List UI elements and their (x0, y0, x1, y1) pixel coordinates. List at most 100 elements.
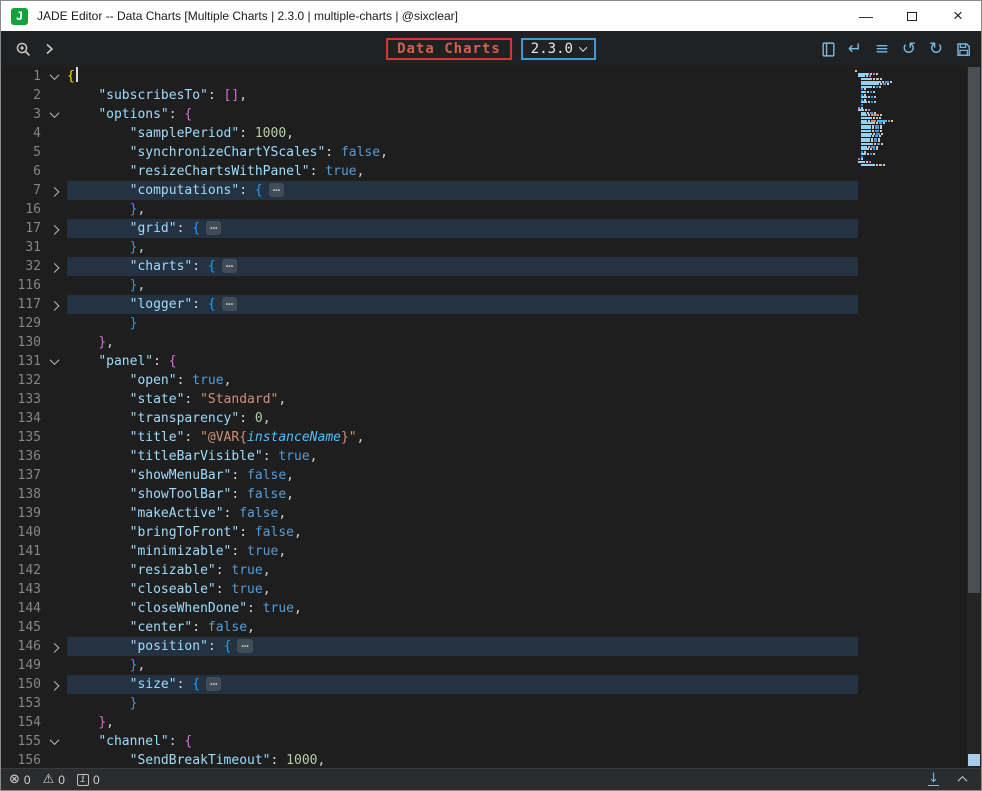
code-text: "size": {⋯ (67, 675, 858, 694)
redo-icon[interactable]: ↻ (927, 40, 945, 58)
line-number: 138 (1, 485, 41, 504)
code-line: 117 "logger": {⋯ (1, 295, 858, 314)
fold-gutter-empty (41, 618, 67, 637)
fold-gutter-empty (41, 485, 67, 504)
save-icon[interactable] (954, 40, 972, 58)
code-text: "synchronizeChartYScales": false, (67, 143, 858, 162)
code-text: "closeable": true, (67, 580, 858, 599)
line-number: 141 (1, 542, 41, 561)
fold-closed-toggle-icon[interactable] (41, 181, 67, 200)
code-text: "logger": {⋯ (67, 295, 858, 314)
scroll-to-bottom-icon[interactable]: ↓ (928, 773, 939, 786)
code-text: "minimizable": true, (67, 542, 858, 561)
fold-open-toggle-icon[interactable] (41, 352, 67, 371)
statusbar: ⊗ 0 ⚠ 0 i 0 ↓ (1, 768, 981, 790)
version-dropdown[interactable]: 2.3.0 (521, 38, 596, 60)
code-text: "grid": {⋯ (67, 219, 858, 238)
app-window: J JADE Editor -- Data Charts [Multiple C… (0, 0, 982, 791)
code-text: "subscribesTo": [], (67, 86, 858, 105)
fold-gutter-empty (41, 580, 67, 599)
line-number: 117 (1, 295, 41, 314)
line-number: 155 (1, 732, 41, 751)
fold-open-toggle-icon[interactable] (41, 732, 67, 751)
code-text: }, (67, 656, 858, 675)
code-text: "resizable": true, (67, 561, 858, 580)
fold-open-toggle-icon[interactable] (41, 67, 67, 86)
fold-gutter-empty (41, 466, 67, 485)
fold-gutter-empty (41, 447, 67, 466)
chevron-right-icon[interactable] (40, 40, 58, 58)
fold-open-toggle-icon[interactable] (41, 105, 67, 124)
fold-closed-toggle-icon[interactable] (41, 295, 67, 314)
code-line: 116 }, (1, 276, 858, 295)
statusbar-right-group: ↓ (928, 773, 973, 787)
data-charts-button[interactable]: Data Charts (386, 38, 512, 60)
fold-gutter-empty (41, 238, 67, 257)
fold-gutter-empty (41, 390, 67, 409)
line-number: 17 (1, 219, 41, 238)
line-number: 6 (1, 162, 41, 181)
code-line: 135 "title": "@VAR{instanceName}", (1, 428, 858, 447)
code-line: 17 "grid": {⋯ (1, 219, 858, 238)
line-number: 31 (1, 238, 41, 257)
app-logo-letter: J (16, 9, 23, 23)
fold-gutter-empty (41, 276, 67, 295)
align-lines-icon[interactable]: ≡ (873, 40, 891, 58)
toolbar-center-group: Data Charts 2.3.0 (386, 38, 596, 60)
line-number: 16 (1, 200, 41, 219)
code-text: "charts": {⋯ (67, 257, 858, 276)
chevron-up-glyph (957, 776, 967, 786)
close-button[interactable]: × (935, 1, 981, 31)
window-title: JADE Editor -- Data Charts [Multiple Cha… (37, 9, 458, 23)
return-icon[interactable]: ↵ (846, 40, 864, 58)
code-line: 3 "options": { (1, 105, 858, 124)
titlebar: J JADE Editor -- Data Charts [Multiple C… (1, 1, 981, 31)
warnings-indicator[interactable]: ⚠ 0 (43, 773, 65, 787)
line-number: 134 (1, 409, 41, 428)
maximize-button[interactable] (889, 1, 935, 31)
code-line: 1{ (1, 67, 858, 86)
code-line: 155 "channel": { (1, 732, 858, 751)
fold-gutter-empty (41, 656, 67, 675)
notebook-icon[interactable] (819, 40, 837, 58)
fold-gutter-empty (41, 599, 67, 618)
line-number: 139 (1, 504, 41, 523)
fold-closed-toggle-icon[interactable] (41, 219, 67, 238)
line-number: 131 (1, 352, 41, 371)
line-number: 137 (1, 466, 41, 485)
minimap-content (855, 70, 935, 166)
code-line: 153 } (1, 694, 858, 713)
line-number: 3 (1, 105, 41, 124)
fold-gutter-empty (41, 694, 67, 713)
vertical-scrollbar[interactable] (967, 67, 981, 768)
chevron-up-icon[interactable] (955, 773, 969, 787)
minimize-button[interactable]: — (843, 1, 889, 31)
code-editor[interactable]: 1{2 "subscribesTo": [],3 "options": {4 "… (1, 67, 981, 768)
minimap[interactable] (855, 70, 935, 166)
info-count: 0 (93, 773, 100, 787)
errors-indicator[interactable]: ⊗ 0 (9, 773, 31, 787)
undo-icon[interactable]: ↺ (900, 40, 918, 58)
chevron-down-icon (579, 43, 587, 51)
code-line: 141 "minimizable": true, (1, 542, 858, 561)
zoom-icon[interactable] (14, 40, 32, 58)
code-text: "position": {⋯ (67, 637, 858, 656)
fold-gutter-empty (41, 314, 67, 333)
fold-gutter-empty (41, 143, 67, 162)
scrollbar-thumb[interactable] (968, 67, 980, 593)
fold-closed-toggle-icon[interactable] (41, 675, 67, 694)
window-controls: — × (843, 1, 981, 31)
code-line: 149 }, (1, 656, 858, 675)
code-text: "showToolBar": false, (67, 485, 858, 504)
code-line: 150 "size": {⋯ (1, 675, 858, 694)
line-number: 140 (1, 523, 41, 542)
fold-closed-toggle-icon[interactable] (41, 257, 67, 276)
line-number: 144 (1, 599, 41, 618)
line-number: 130 (1, 333, 41, 352)
fold-closed-toggle-icon[interactable] (41, 637, 67, 656)
maximize-icon (907, 12, 917, 21)
info-indicator[interactable]: i 0 (77, 773, 100, 787)
code-text: "state": "Standard", (67, 390, 858, 409)
fold-gutter-empty (41, 409, 67, 428)
code-text: "computations": {⋯ (67, 181, 858, 200)
